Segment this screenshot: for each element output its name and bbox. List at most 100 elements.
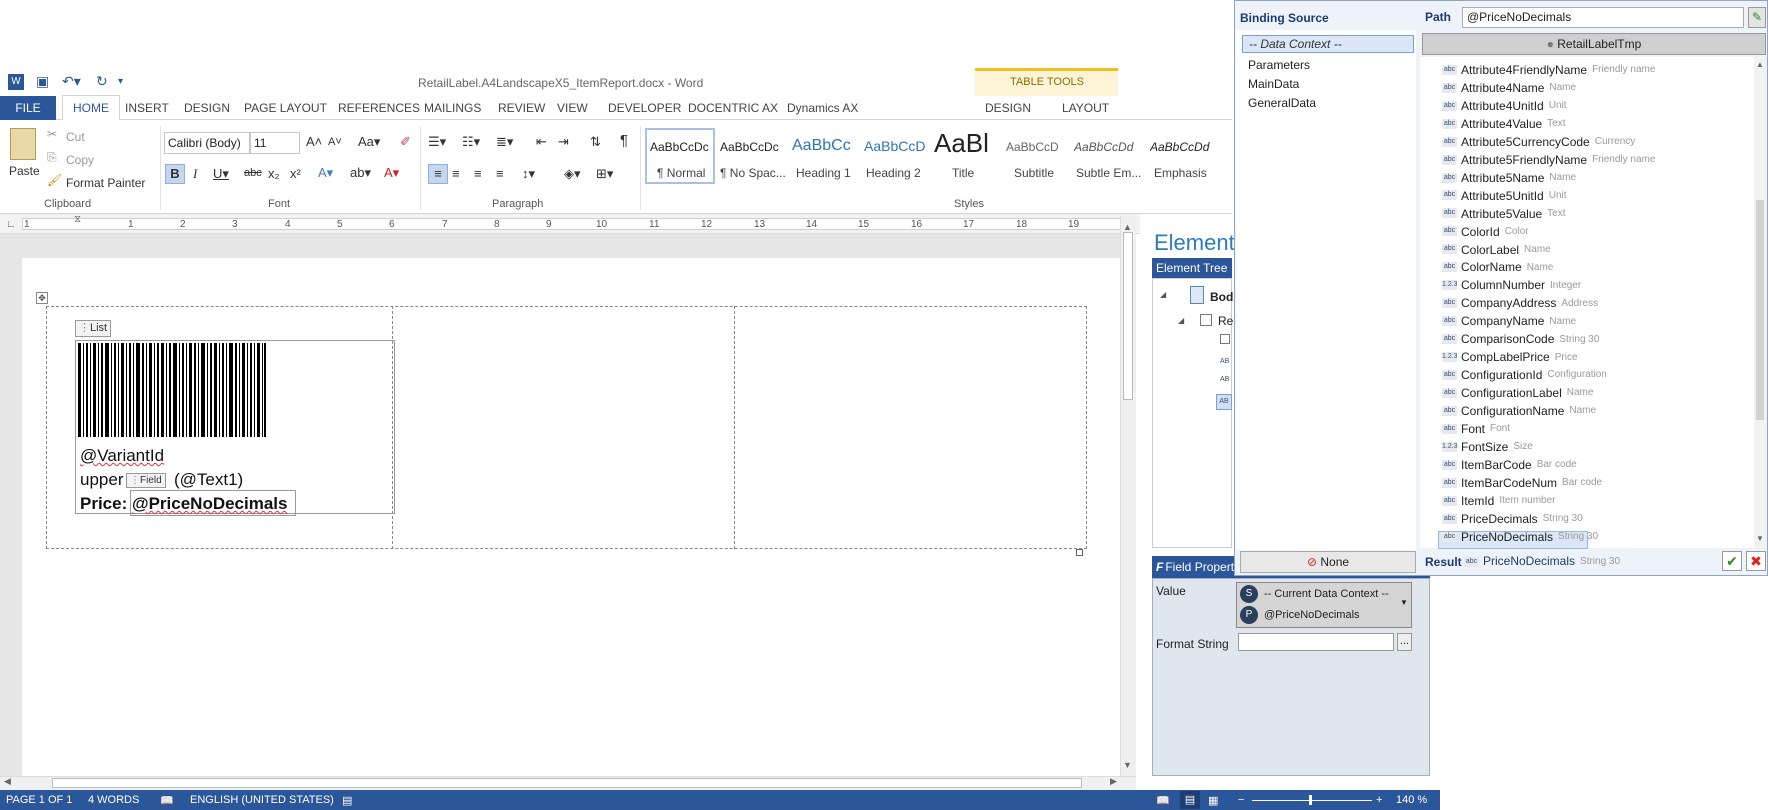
scroll-down-icon[interactable]: ▼ — [1123, 760, 1132, 770]
field-row[interactable]: abc Attribute5Value Text — [1442, 206, 1566, 224]
tree-field-icon[interactable]: AB — [1220, 358, 1229, 365]
field-row[interactable]: abc ItemBarCodeNum Bar code — [1442, 475, 1602, 493]
tab-home[interactable]: HOME — [62, 95, 120, 121]
grow-font-icon[interactable]: A˄ — [306, 134, 322, 149]
customize-qat-icon[interactable]: ▾ — [118, 76, 123, 94]
field-row[interactable]: 1.2.3 ColumnNumber Integer — [1442, 277, 1581, 295]
cut-icon[interactable]: ✂ — [47, 127, 57, 141]
word-count[interactable]: 4 WORDS — [88, 794, 139, 806]
field-row[interactable]: abc Attribute4UnitId Unit — [1442, 98, 1567, 116]
source-data-context[interactable]: -- Data Context -- — [1242, 35, 1414, 53]
field-row[interactable]: abc Attribute4Name Name — [1442, 80, 1576, 98]
align-right-icon[interactable]: ≡ — [474, 166, 482, 181]
tree-field-selected-icon[interactable]: AB — [1216, 394, 1232, 410]
upper-text-prefix[interactable]: upper — [80, 470, 123, 490]
field-row[interactable]: abc ItemBarCode Bar code — [1442, 457, 1577, 475]
zoom-in-icon[interactable]: + — [1376, 794, 1382, 806]
field-row[interactable]: abc ColorId Color — [1442, 224, 1529, 242]
multilevel-list-icon[interactable]: ≣▾ — [496, 134, 513, 150]
field-row[interactable]: abc ConfigurationId Configuration — [1442, 367, 1607, 385]
field-row[interactable]: abc ColorLabel Name — [1442, 242, 1551, 260]
scroll-up-icon[interactable]: ▲ — [1123, 222, 1132, 232]
format-string-browse-button[interactable]: ... — [1397, 633, 1412, 651]
tab-selector-icon[interactable]: ∟ — [6, 219, 16, 230]
copy-button[interactable]: Copy — [66, 153, 94, 167]
paste-icon[interactable] — [10, 128, 36, 160]
field-tag[interactable]: ⋮Field — [126, 473, 166, 488]
field-row[interactable]: abc PriceDecimals String 30 — [1442, 511, 1583, 529]
variant-id-field[interactable]: @VariantId — [80, 446, 164, 466]
tab-table-design[interactable]: DESIGN — [985, 101, 1031, 115]
vertical-scroll-thumb[interactable] — [1123, 232, 1133, 400]
root-node-button[interactable]: ● RetailLabelTmp — [1422, 33, 1766, 55]
upper-text-suffix[interactable]: (@Text1) — [174, 470, 243, 490]
superscript-icon[interactable]: x² — [290, 166, 301, 181]
price-no-decimals-field[interactable]: @PriceNoDecimals — [132, 494, 287, 514]
save-icon[interactable]: ▣ — [36, 73, 49, 91]
tree-child-icon[interactable] — [1220, 334, 1230, 344]
bullets-icon[interactable]: ☰▾ — [428, 134, 446, 150]
tab-table-layout[interactable]: LAYOUT — [1062, 101, 1109, 115]
scroll-left-icon[interactable]: ◀ — [4, 776, 11, 787]
tab-dynamics-ax[interactable]: Dynamics AX — [787, 101, 858, 115]
field-row[interactable]: abc Attribute5UnitId Unit — [1442, 188, 1567, 206]
zoom-out-icon[interactable]: − — [1238, 794, 1244, 806]
format-string-input[interactable] — [1238, 633, 1394, 651]
horizontal-ruler[interactable] — [22, 218, 1122, 230]
tab-developer[interactable]: DEVELOPER — [608, 101, 681, 115]
zoom-slider[interactable] — [1252, 800, 1372, 801]
field-row[interactable]: 1.2.3 FontSize Size — [1442, 439, 1533, 457]
source-maindata[interactable]: MainData — [1248, 77, 1299, 91]
undo-icon[interactable]: ↶▾ — [62, 73, 81, 91]
shading-icon[interactable]: ◈▾ — [564, 166, 581, 182]
justify-icon[interactable]: ≡ — [496, 166, 504, 181]
tree-field-icon[interactable]: AB — [1220, 376, 1229, 383]
field-row[interactable]: abc Attribute5CurrencyCode Currency — [1442, 134, 1635, 152]
tab-design[interactable]: DESIGN — [184, 101, 230, 115]
web-layout-icon[interactable]: ▦ — [1208, 794, 1218, 807]
tab-file[interactable]: FILE — [0, 96, 56, 120]
tab-docentric-ax[interactable]: DOCENTRIC AX — [688, 101, 778, 115]
field-row[interactable]: abc Attribute4Value Text — [1442, 116, 1566, 134]
list-tag[interactable]: ⋮List — [75, 320, 112, 337]
field-row[interactable]: abc ConfigurationLabel Name — [1442, 385, 1593, 403]
table-move-handle-icon[interactable]: ✥ — [36, 292, 48, 304]
proofing-icon[interactable]: 📖 — [160, 794, 174, 807]
text-effects-icon[interactable]: A▾ — [318, 165, 333, 181]
copy-icon[interactable]: ⎘ — [47, 150, 57, 165]
font-color-icon[interactable]: A▾ — [384, 165, 399, 181]
field-row[interactable]: abc ColorName Name — [1442, 259, 1553, 277]
field-row[interactable]: abc Attribute4FriendlyName Friendly name — [1442, 62, 1655, 80]
strikethrough-icon[interactable]: abc — [244, 167, 262, 179]
align-left-icon[interactable]: ≡ — [428, 164, 448, 184]
scroll-right-icon[interactable]: ▶ — [1110, 776, 1117, 787]
horizontal-scroll-thumb[interactable] — [52, 778, 1082, 788]
field-row[interactable]: abc Attribute5FriendlyName Friendly name — [1442, 152, 1655, 170]
numbering-icon[interactable]: ☷▾ — [462, 134, 480, 150]
scroll-up-icon[interactable]: ▲ — [1756, 60, 1764, 69]
indent-marker-icon[interactable]: ⧖ — [74, 214, 81, 225]
zoom-level[interactable]: 140 % — [1396, 794, 1427, 806]
tab-view[interactable]: VIEW — [557, 101, 588, 115]
sort-icon[interactable]: ⇅ — [590, 134, 601, 150]
field-row[interactable]: abc PriceNoDecimals String 30 — [1442, 529, 1598, 547]
subscript-icon[interactable]: x₂ — [268, 166, 280, 181]
table-resize-handle[interactable] — [1076, 549, 1083, 556]
field-row[interactable]: abc ConfigurationName Name — [1442, 403, 1596, 421]
source-parameters[interactable]: Parameters — [1248, 58, 1310, 72]
tree-collapse-icon[interactable]: ◢ — [1160, 290, 1166, 299]
decrease-indent-icon[interactable]: ⇤ — [536, 134, 547, 150]
font-name-combo[interactable]: Calibri (Body) — [164, 132, 250, 154]
redo-icon[interactable]: ↻ — [96, 73, 108, 91]
zoom-slider-thumb[interactable] — [1309, 795, 1312, 805]
print-layout-icon[interactable]: ▤ — [1180, 791, 1200, 809]
underline-icon[interactable]: U▾ — [213, 166, 229, 182]
increase-indent-icon[interactable]: ⇥ — [558, 134, 569, 150]
scroll-down-icon[interactable]: ▼ — [1756, 534, 1764, 543]
tab-mailings[interactable]: MAILINGS — [424, 101, 481, 115]
field-row[interactable]: abc ComparisonCode String 30 — [1442, 331, 1599, 349]
tab-insert[interactable]: INSERT — [125, 101, 169, 115]
source-generaldata[interactable]: GeneralData — [1248, 96, 1316, 110]
borders-icon[interactable]: ⊞▾ — [596, 166, 613, 182]
edit-path-icon[interactable]: ✎ — [1748, 7, 1766, 28]
